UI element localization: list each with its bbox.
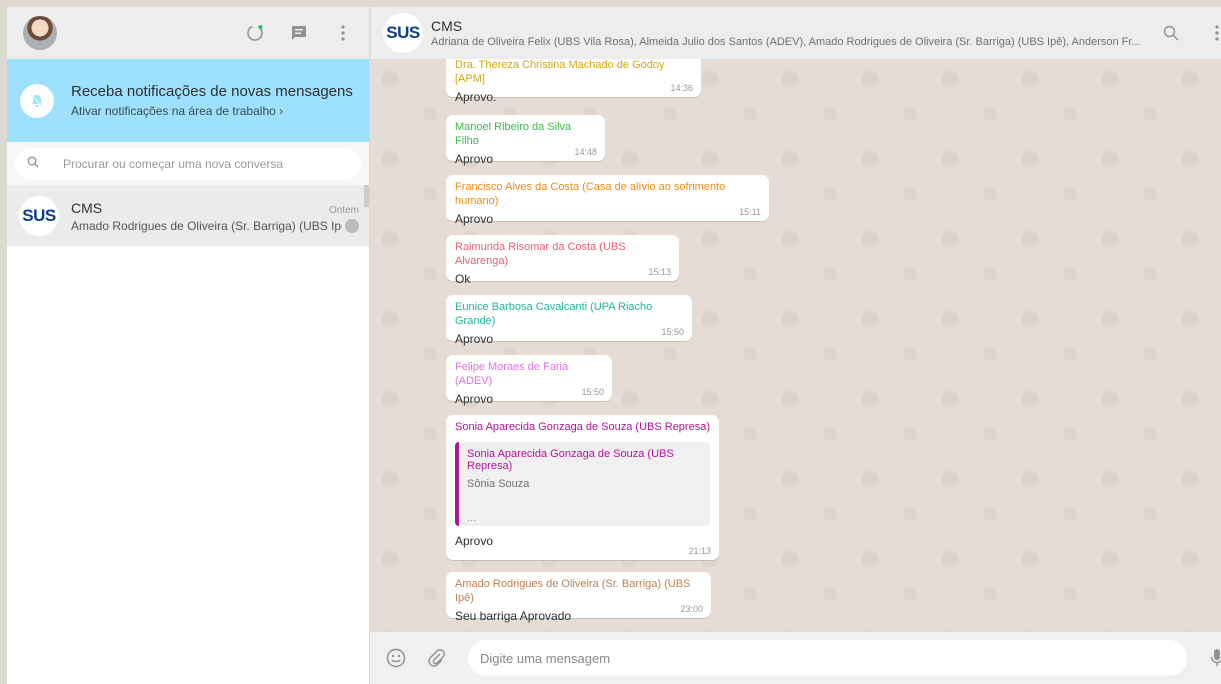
sidebar-header — [7, 7, 369, 59]
message-sender: Manoel Ribeiro da Silva Filho — [455, 121, 572, 147]
message-text: Aprovo — [455, 212, 494, 226]
message-text: Aprovo. — [455, 90, 497, 104]
search-input[interactable] — [63, 156, 343, 171]
message-bubble[interactable]: Dra. Thereza Christina Machado de Godoy … — [446, 59, 701, 104]
message-bubble[interactable]: Manoel Ribeiro da Silva Filho Aprovo 14:… — [446, 115, 605, 166]
message-bubble[interactable]: Felipe Moraes de Faria (ADEV) Aprovo 15:… — [446, 355, 612, 406]
message-bubble[interactable]: Amado Rodrigues de Oliveira (Sr. Barriga… — [446, 572, 711, 623]
quoted-sender: Sonia Aparecida Gonzaga de Souza (UBS Re… — [467, 448, 674, 472]
chat-time: Ontem — [328, 204, 359, 216]
chat-avatar: SUS — [19, 196, 59, 236]
new-chat-icon[interactable] — [287, 21, 311, 45]
group-title: CMS — [431, 18, 463, 34]
search-bar — [7, 142, 369, 186]
user-avatar[interactable] — [23, 16, 57, 50]
message-sender: Amado Rodrigues de Oliveira (Sr. Barriga… — [455, 578, 691, 604]
emoji-icon[interactable] — [384, 646, 408, 670]
message-time: 15:11 — [739, 207, 761, 217]
message-time: 14:48 — [574, 147, 597, 157]
message-time: 14:36 — [670, 83, 693, 93]
enable-notifications-link[interactable]: Ativar notificações na área de trabalho … — [71, 104, 353, 118]
sidebar-scrollbar[interactable] — [364, 185, 369, 207]
message-bubble-reply[interactable]: Sonia Aparecida Gonzaga de Souza (UBS Re… — [446, 415, 719, 560]
search-icon[interactable] — [1159, 21, 1183, 45]
message-bubble[interactable]: Francisco Alves da Costa (Casa de alívio… — [446, 175, 769, 226]
message-composer — [370, 632, 1221, 684]
message-bubble[interactable]: Eunice Barbosa Cavalcanti (UPA Riacho Gr… — [446, 295, 692, 346]
status-icon[interactable] — [243, 21, 267, 45]
sidebar: Receba notificações de novas mensagens A… — [7, 7, 370, 684]
message-time: 15:50 — [581, 387, 604, 397]
message-sender: Dra. Thereza Christina Machado de Godoy … — [455, 59, 665, 85]
muted-icon — [345, 218, 359, 233]
message-sender: Francisco Alves da Costa (Casa de alívio… — [455, 181, 726, 207]
group-members: Adriana de Oliveira Felix (UBS Vila Rosa… — [431, 36, 1141, 48]
notification-banner[interactable]: Receba notificações de novas mensagens A… — [7, 59, 369, 142]
message-time: 15:13 — [648, 267, 671, 277]
message-bubble[interactable]: Raimunda Risomar da Costa (UBS Alvarenga… — [446, 235, 679, 286]
message-list[interactable]: Dra. Thereza Christina Machado de Godoy … — [370, 59, 1221, 632]
menu-icon[interactable] — [331, 21, 355, 45]
quoted-more: ... — [467, 512, 477, 524]
message-text: Aprovo — [455, 534, 494, 548]
quoted-text: Sônia Souza — [467, 478, 530, 490]
message-time: 23:00 — [680, 604, 703, 614]
message-input[interactable] — [468, 640, 1187, 676]
conversation-panel: SUS CMS Adriana de Oliveira Felix (UBS V… — [370, 7, 1221, 684]
mic-icon[interactable] — [1205, 646, 1221, 670]
chat-name: CMS — [71, 199, 103, 216]
message-text: Aprovo — [455, 332, 494, 346]
message-sender: Eunice Barbosa Cavalcanti (UPA Riacho Gr… — [455, 301, 653, 327]
search-box[interactable] — [15, 147, 361, 180]
chat-last-message: Amado Rodrigues de Oliveira (Sr. Barriga… — [71, 218, 342, 233]
message-time: 15:50 — [661, 327, 684, 337]
bell-off-icon — [20, 83, 54, 118]
message-sender: Felipe Moraes de Faria (ADEV) — [455, 361, 569, 387]
message-time: 21:13 — [688, 546, 711, 556]
search-icon[interactable] — [27, 155, 39, 173]
message-sender: Sonia Aparecida Gonzaga de Souza (UBS Re… — [455, 421, 710, 433]
chat-list-item[interactable]: SUS CMS Ontem Amado Rodrigues de Oliveir… — [7, 186, 369, 246]
quoted-message[interactable]: Sonia Aparecida Gonzaga de Souza (UBS Re… — [455, 442, 710, 526]
conversation-header[interactable]: SUS CMS Adriana de Oliveira Felix (UBS V… — [370, 7, 1221, 59]
message-text: Seu barriga Aprovado — [455, 609, 572, 623]
group-avatar[interactable]: SUS — [383, 13, 423, 53]
menu-icon[interactable] — [1205, 21, 1221, 45]
message-sender: Raimunda Risomar da Costa (UBS Alvarenga… — [455, 241, 626, 267]
message-text: Ok — [455, 272, 471, 286]
attach-icon[interactable] — [424, 646, 448, 670]
notification-title: Receba notificações de novas mensagens — [71, 83, 353, 100]
whatsapp-web-app: Receba notificações de novas mensagens A… — [7, 7, 1221, 684]
